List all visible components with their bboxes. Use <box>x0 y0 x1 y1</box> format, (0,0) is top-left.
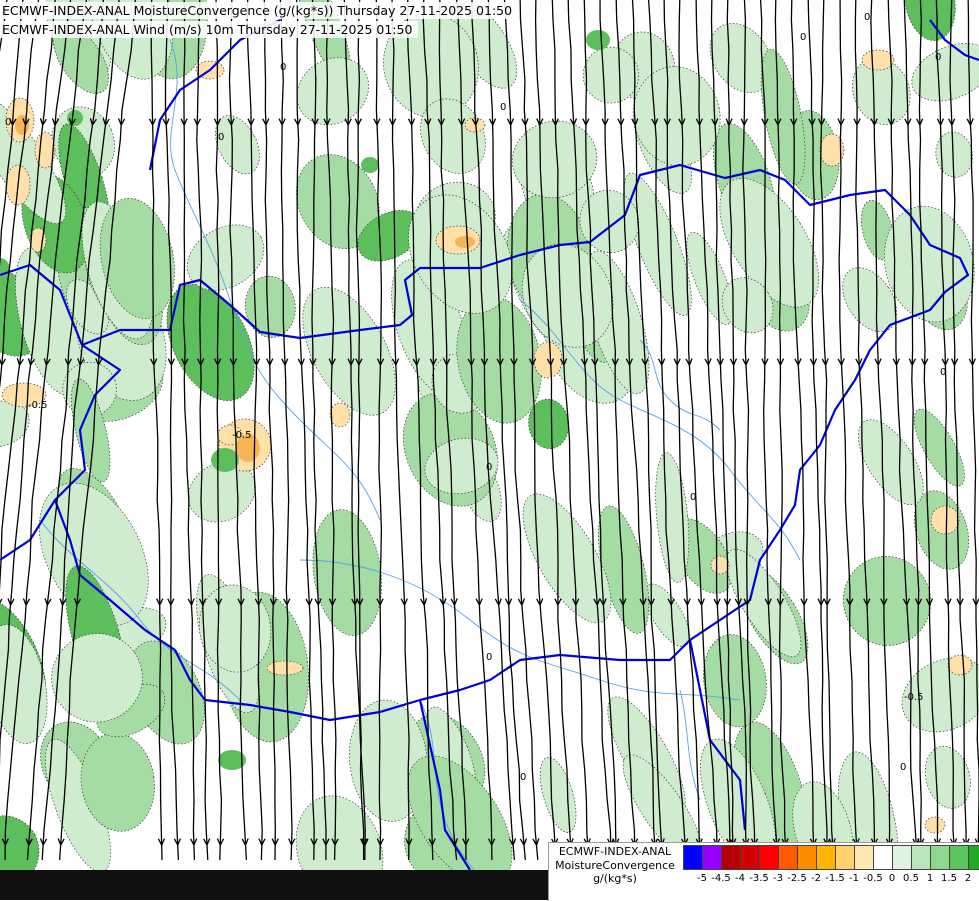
legend-tick-label: -0.5 <box>863 873 883 884</box>
legend-swatch <box>969 846 979 869</box>
contour-label: 0 <box>520 772 526 783</box>
legend-tick-label: -1 <box>849 873 859 884</box>
legend-text: ECMWF-INDEX-ANAL MoistureConvergence g/(… <box>551 845 679 886</box>
contour-label: 0 <box>218 132 224 143</box>
map-title-moisture: ECMWF-INDEX-ANAL MoistureConvergence (g/… <box>0 2 519 19</box>
contour-label: 0 <box>800 32 806 43</box>
contour-label: 0 <box>500 102 506 113</box>
contour-label: 0 <box>280 62 286 73</box>
divergence-area <box>930 505 960 535</box>
legend-tick-label: 1 <box>926 873 934 884</box>
contour-label: 0 <box>935 52 941 63</box>
divergence-area <box>710 555 730 575</box>
legend-swatch <box>912 846 931 869</box>
legend-swatch <box>779 846 798 869</box>
contour-label: -0.5 <box>904 692 924 703</box>
divergence-area <box>266 660 304 676</box>
legend-swatch <box>874 846 893 869</box>
convergence-core <box>67 110 83 126</box>
divergence-area <box>329 402 351 428</box>
convergence-core <box>361 157 379 173</box>
legend-tick-label: -5 <box>697 873 707 884</box>
convergence-core <box>211 448 239 472</box>
divergence-core <box>15 115 29 135</box>
contour-label: 0 <box>900 762 906 773</box>
divergence-area <box>947 654 973 676</box>
contour-label: 0 <box>864 12 870 23</box>
convergence-core <box>586 30 610 50</box>
contour-label: 0 <box>486 462 492 473</box>
contour-label: 0 <box>940 367 946 378</box>
contour-label: -0.5 <box>28 400 48 411</box>
legend-swatch <box>836 846 855 869</box>
legend-tick-label: -3 <box>773 873 783 884</box>
legend-swatch <box>931 846 950 869</box>
legend-swatch <box>950 846 969 869</box>
weather-map: 0 0 0 0 0 0 -0.5 -0.5 0 0 0 0 0 0 -0.5 0 <box>0 0 979 900</box>
legend-unit: g/(kg*s) <box>593 872 637 885</box>
contour-label: 0 <box>486 652 492 663</box>
divergence-core <box>455 236 475 248</box>
legend-tick-label: 0 <box>888 873 896 884</box>
legend-swatch <box>703 846 722 869</box>
divergence-area <box>924 816 946 834</box>
legend-tick-label: -4 <box>735 873 745 884</box>
legend-tick-label: 1.5 <box>941 873 957 884</box>
contour-label: 0 <box>5 117 11 128</box>
legend-tick-label: 0.5 <box>903 873 919 884</box>
legend-swatch <box>817 846 836 869</box>
legend-swatch <box>684 846 703 869</box>
legend-model: ECMWF-INDEX-ANAL <box>558 845 672 858</box>
legend-tick-label: -1.5 <box>825 873 845 884</box>
legend-swatch <box>855 846 874 869</box>
legend-tick-label: -2.5 <box>787 873 807 884</box>
divergence-area <box>861 49 895 71</box>
map-title-wind: ECMWF-INDEX-ANAL Wind (m/s) 10m Thursday… <box>0 21 419 38</box>
legend-parameter: MoistureConvergence <box>555 858 675 872</box>
legend-colorbar <box>683 845 979 870</box>
legend-swatch <box>893 846 912 869</box>
legend-tick-labels: -5 -4.5 -4 -3.5 -3 -2.5 -2 -1.5 -1 -0.5 0 0.5 1 1.5 2 <box>683 873 979 887</box>
color-legend: ECMWF-INDEX-ANAL MoistureConvergence g/(… <box>548 842 979 901</box>
legend-tick-label: -4.5 <box>711 873 731 884</box>
contour-label: -0.5 <box>232 430 252 441</box>
legend-tick-label: 2 <box>964 873 972 884</box>
legend-tick-label: -2 <box>811 873 821 884</box>
legend-swatch <box>760 846 779 869</box>
legend-swatch <box>741 846 760 869</box>
legend-swatch <box>798 846 817 869</box>
bottom-strip <box>0 870 548 900</box>
legend-swatch <box>722 846 741 869</box>
legend-tick-label: -3.5 <box>749 873 769 884</box>
contour-label: 0 <box>690 492 696 503</box>
